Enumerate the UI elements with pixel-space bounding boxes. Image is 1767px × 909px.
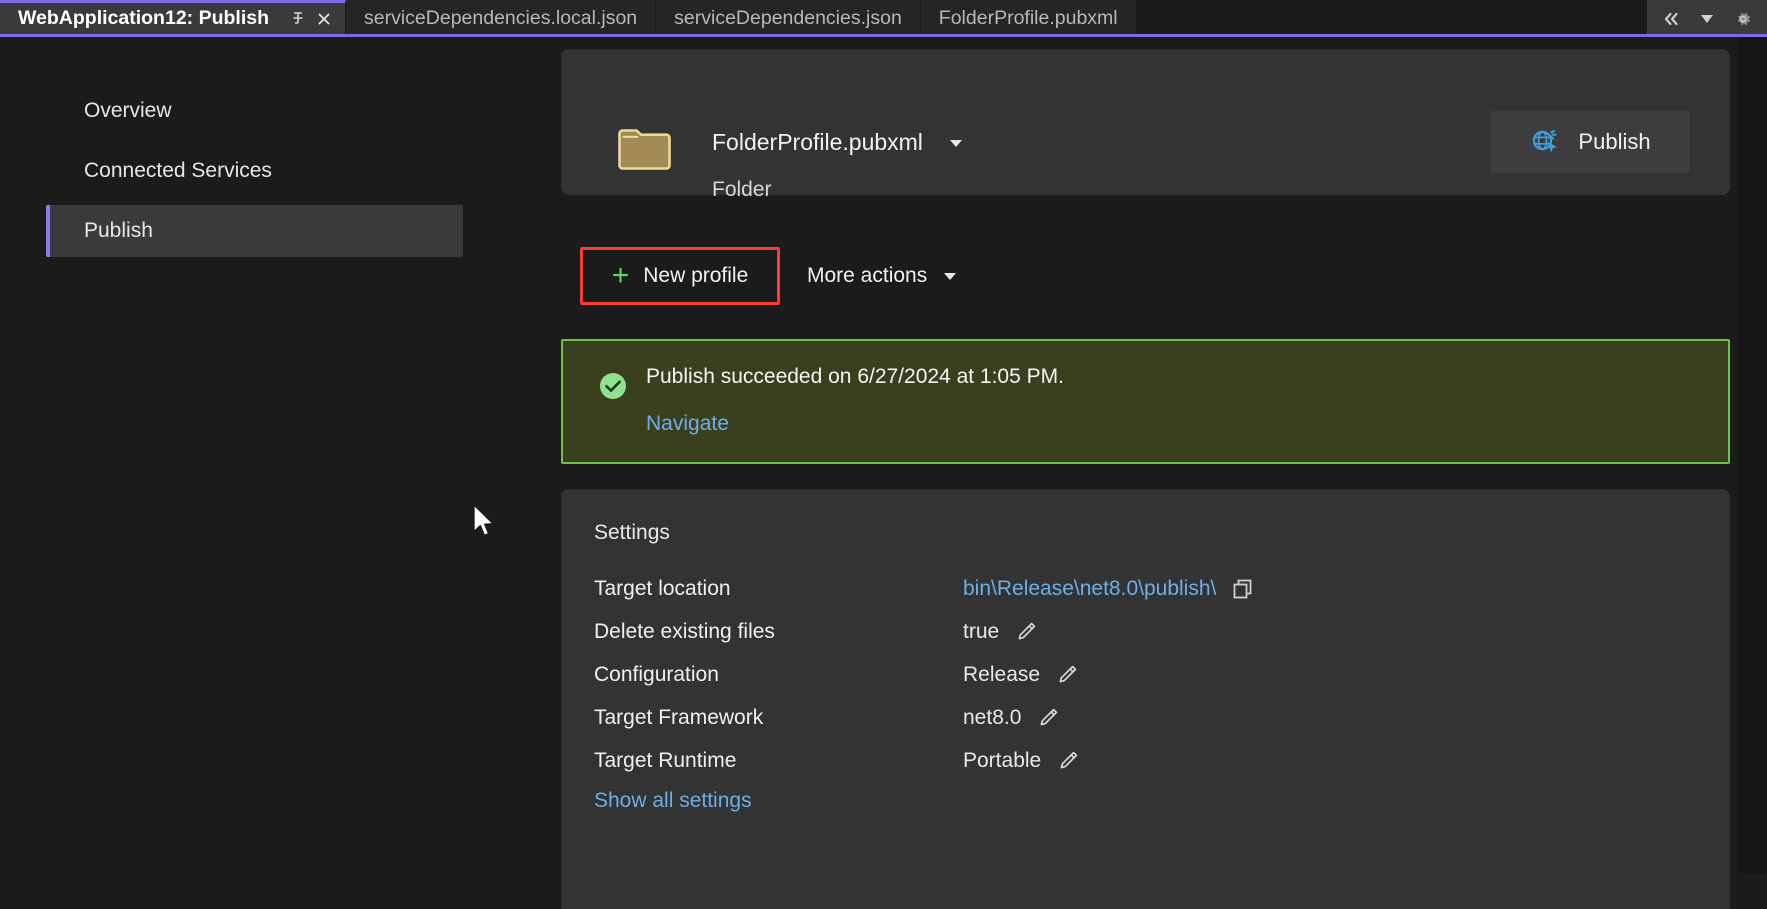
settings-card: Settings Target location bin\Release\net… <box>561 489 1730 909</box>
settings-value: net8.0 <box>963 706 1022 729</box>
tab-label: serviceDependencies.json <box>674 7 902 29</box>
sidebar-item-connected-services[interactable]: Connected Services <box>46 145 463 197</box>
tab-list-dropdown-icon[interactable] <box>1691 4 1723 34</box>
publish-button[interactable]: Publish <box>1491 111 1690 173</box>
new-profile-button[interactable]: + New profile <box>580 247 780 305</box>
show-all-settings-link[interactable]: Show all settings <box>594 789 752 813</box>
settings-row-target-framework: Target Framework net8.0 <box>594 701 1694 735</box>
folder-icon <box>618 129 671 170</box>
profile-header-card: FolderProfile.pubxml Folder Publish <box>561 49 1730 201</box>
success-check-icon <box>600 373 626 399</box>
settings-title: Settings <box>594 521 670 544</box>
collapse-chevrons-icon[interactable] <box>1655 4 1687 34</box>
sidebar-item-label: Publish <box>84 219 153 242</box>
tab-bar-controls <box>1647 0 1767 37</box>
content-right-gutter <box>1738 37 1767 873</box>
sidebar: Overview Connected Services Publish <box>0 37 538 873</box>
tab-bar-spacer <box>1136 0 1647 37</box>
tab-folderprofile-pubxml[interactable]: FolderProfile.pubxml <box>920 0 1137 37</box>
sidebar-item-label: Connected Services <box>84 159 272 182</box>
tab-webapplication12-publish[interactable]: WebApplication12: Publish <box>0 0 346 37</box>
settings-row-target-location: Target location bin\Release\net8.0\publi… <box>594 572 1694 606</box>
tab-bar: WebApplication12: Publish serviceDepende… <box>0 0 1767 37</box>
caret-down-icon <box>941 267 959 285</box>
profile-name-dropdown[interactable]: FolderProfile.pubxml <box>712 129 965 156</box>
settings-row-target-runtime: Target Runtime Portable <box>594 744 1694 778</box>
settings-label: Target Framework <box>594 706 764 729</box>
new-profile-label: New profile <box>643 264 749 287</box>
navigate-link[interactable]: Navigate <box>646 412 729 436</box>
pencil-edit-icon[interactable] <box>1055 748 1081 774</box>
pin-icon[interactable] <box>285 6 311 32</box>
settings-label: Configuration <box>594 663 719 686</box>
plus-icon: + <box>611 259 630 292</box>
more-actions-label: More actions <box>807 264 928 287</box>
sidebar-item-publish[interactable]: Publish <box>46 205 463 257</box>
tab-label: FolderProfile.pubxml <box>938 7 1118 29</box>
tab-label: serviceDependencies.local.json <box>364 7 638 29</box>
gear-icon[interactable] <box>1727 4 1759 34</box>
publish-success-banner: Publish succeeded on 6/27/2024 at 1:05 P… <box>561 339 1730 464</box>
settings-label: Delete existing files <box>594 620 775 643</box>
profile-type-label: Folder <box>712 178 772 201</box>
profile-name-label: FolderProfile.pubxml <box>712 129 923 155</box>
sidebar-item-label: Overview <box>84 99 172 122</box>
publish-globe-icon <box>1530 127 1560 157</box>
settings-row-configuration: Configuration Release <box>594 658 1694 692</box>
settings-value: Release <box>963 663 1041 686</box>
sidebar-item-overview[interactable]: Overview <box>46 85 463 137</box>
publish-button-label: Publish <box>1578 129 1651 154</box>
settings-value[interactable]: bin\Release\net8.0\publish\ <box>963 577 1216 601</box>
tab-servicedependencies-local-json[interactable]: serviceDependencies.local.json <box>346 0 657 37</box>
tab-servicedependencies-json[interactable]: serviceDependencies.json <box>656 0 921 37</box>
settings-row-delete-existing-files: Delete existing files true <box>594 615 1694 649</box>
tab-label: WebApplication12: Publish <box>18 7 269 29</box>
settings-label: Target location <box>594 577 731 600</box>
pencil-edit-icon[interactable] <box>1035 705 1061 731</box>
close-icon[interactable] <box>311 6 337 32</box>
settings-value: Portable <box>963 749 1042 772</box>
more-actions-button[interactable]: More actions <box>793 247 973 305</box>
pencil-edit-icon[interactable] <box>1054 662 1080 688</box>
chevron-down-icon <box>947 134 965 152</box>
publish-status-message: Publish succeeded on 6/27/2024 at 1:05 P… <box>646 365 1064 388</box>
settings-value: true <box>963 620 1000 643</box>
pencil-edit-icon[interactable] <box>1013 619 1039 645</box>
publish-content-panel: FolderProfile.pubxml Folder Publish + Ne… <box>538 37 1738 909</box>
settings-label: Target Runtime <box>594 749 737 772</box>
copy-icon[interactable] <box>1230 576 1256 602</box>
